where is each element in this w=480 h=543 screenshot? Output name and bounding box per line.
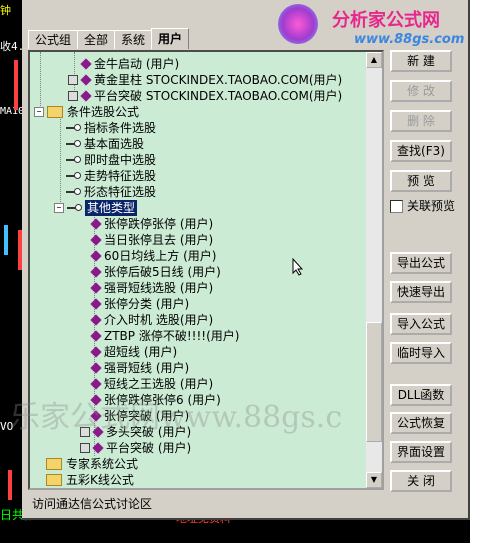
- diamond-icon: [90, 282, 102, 294]
- dll-function-button[interactable]: DLL函数: [390, 384, 452, 406]
- tree-item-condition-selected[interactable]: − 其他类型: [54, 200, 138, 216]
- chart-candle: [4, 225, 8, 255]
- export-formula-button[interactable]: 导出公式: [390, 252, 452, 274]
- folder-icon: [46, 474, 62, 486]
- formula-manager-dialog: 公式组 全部 系统 用户 金牛启动 (用户) 黄金里柱 STOCKINDEX.T…: [22, 0, 470, 520]
- tree-item-formula[interactable]: 张停分类 (用户): [90, 296, 189, 312]
- tab-bar: 公式组 全部 系统 用户: [28, 28, 190, 50]
- import-formula-button[interactable]: 导入公式: [390, 313, 452, 335]
- chart-volume-bar: [8, 470, 12, 500]
- tree-item-formula[interactable]: 张停后破5日线 (用户): [90, 264, 221, 280]
- tree-item-formula[interactable]: 张停跌停张停 (用户): [90, 216, 213, 232]
- pin-icon: [66, 172, 81, 180]
- lock-icon: [68, 75, 78, 85]
- quick-export-button[interactable]: 快速导出: [390, 281, 452, 303]
- logo-name: 分析家公式网: [332, 10, 440, 31]
- diamond-icon: [90, 362, 102, 374]
- tree-item-condition[interactable]: 基本面选股: [66, 136, 144, 152]
- find-button[interactable]: 查找(F3): [390, 140, 452, 162]
- mouse-cursor-icon: [292, 258, 304, 276]
- ui-settings-button[interactable]: 界面设置: [390, 441, 452, 463]
- tab-all[interactable]: 全部: [77, 30, 116, 49]
- tree-guide-line: [60, 112, 61, 208]
- tree-item-condition[interactable]: 即时盘中选股: [66, 152, 156, 168]
- chart-period-label: 钟: [0, 4, 11, 17]
- flower-logo-icon: [278, 4, 318, 44]
- tab-formula-group[interactable]: 公式组: [28, 30, 79, 49]
- tree-item-formula[interactable]: 平台突破 (用户): [80, 440, 191, 456]
- diamond-icon: [92, 442, 104, 454]
- tree-item-condition[interactable]: 走势特征选股: [66, 168, 156, 184]
- lock-icon: [80, 443, 90, 453]
- tree-item-formula[interactable]: 平台突破 STOCKINDEX.TAOBAO.COM(用户): [68, 88, 342, 104]
- linked-preview-checkbox[interactable]: 关联预览: [390, 198, 455, 214]
- tree-scrollbar[interactable]: ▲ ▼: [366, 52, 382, 488]
- tree-item-condition[interactable]: 指标条件选股: [66, 120, 156, 136]
- diamond-icon: [90, 218, 102, 230]
- tree-item-formula[interactable]: 强哥短线 (用户): [90, 360, 189, 376]
- scrollbar-thumb[interactable]: [366, 322, 382, 442]
- pin-icon: [66, 124, 81, 132]
- site-logo: 分析家公式网 www.88gs.com: [270, 0, 480, 54]
- tree-item-formula[interactable]: 60日均线上方 (用户): [90, 248, 216, 264]
- restore-formula-button[interactable]: 公式恢复: [390, 412, 452, 434]
- tree-folder-expert[interactable]: 专家系统公式: [46, 456, 138, 472]
- tree-item-formula[interactable]: ZTBP 涨停不破!!!!(用户): [90, 328, 239, 344]
- tree-item-condition[interactable]: 形态特征选股: [66, 184, 156, 200]
- diamond-icon: [90, 234, 102, 246]
- tree-item-formula[interactable]: 黄金里柱 STOCKINDEX.TAOBAO.COM(用户): [68, 72, 342, 88]
- preview-button[interactable]: 预 览: [390, 170, 452, 192]
- diamond-icon: [80, 90, 92, 102]
- diamond-icon: [90, 378, 102, 390]
- diamond-icon: [90, 314, 102, 326]
- diamond-icon: [90, 330, 102, 342]
- scroll-down-icon[interactable]: ▼: [366, 472, 382, 488]
- tree-item-formula[interactable]: 当日张停且去 (用户): [90, 232, 213, 248]
- temp-import-button[interactable]: 临时导入: [390, 342, 452, 364]
- tree-folder-color-kline[interactable]: 五彩K线公式: [46, 472, 134, 488]
- tree-item-formula[interactable]: 介入时机 选股(用户): [90, 312, 213, 328]
- chart-candle: [14, 60, 18, 110]
- diamond-icon: [90, 346, 102, 358]
- diamond-icon: [80, 58, 92, 70]
- collapse-icon[interactable]: −: [54, 203, 64, 213]
- pin-icon: [66, 140, 81, 148]
- tree-item-formula[interactable]: 超短线 (用户): [90, 344, 177, 360]
- folder-icon: [46, 458, 62, 470]
- status-link[interactable]: 访问通达信公式讨论区: [28, 494, 388, 514]
- tab-system[interactable]: 系统: [114, 30, 153, 49]
- delete-button[interactable]: 删 除: [390, 110, 452, 132]
- pin-icon: [66, 188, 81, 196]
- linked-preview-label: 关联预览: [407, 199, 456, 213]
- scroll-up-icon[interactable]: ▲: [366, 52, 382, 68]
- lock-icon: [68, 91, 78, 101]
- tree-item-formula[interactable]: 短线之王选股 (用户): [90, 376, 213, 392]
- collapse-icon[interactable]: −: [34, 107, 44, 117]
- folder-icon: [47, 106, 63, 118]
- tab-user[interactable]: 用户: [151, 28, 190, 49]
- checkbox-icon[interactable]: [390, 199, 403, 213]
- pin-icon: [66, 156, 81, 164]
- modify-button[interactable]: 修 改: [390, 80, 452, 102]
- watermark: 乐家公式网www.88gs.c: [10, 400, 343, 435]
- close-button[interactable]: 关 闭: [390, 470, 452, 492]
- chart-gain-label: 收4.: [0, 40, 25, 53]
- diamond-icon: [80, 74, 92, 86]
- logo-url: www.88gs.com: [354, 32, 465, 47]
- chart-ma-label: MA10: [0, 106, 25, 117]
- tree-item-formula[interactable]: 金牛启动 (用户): [80, 56, 179, 72]
- diamond-icon: [90, 298, 102, 310]
- tree-folder-condition[interactable]: − 条件选股公式: [34, 104, 139, 120]
- tree-item-formula[interactable]: 强哥短线选股 (用户): [90, 280, 213, 296]
- diamond-icon: [90, 266, 102, 278]
- diamond-icon: [90, 250, 102, 262]
- pin-icon: [67, 204, 82, 212]
